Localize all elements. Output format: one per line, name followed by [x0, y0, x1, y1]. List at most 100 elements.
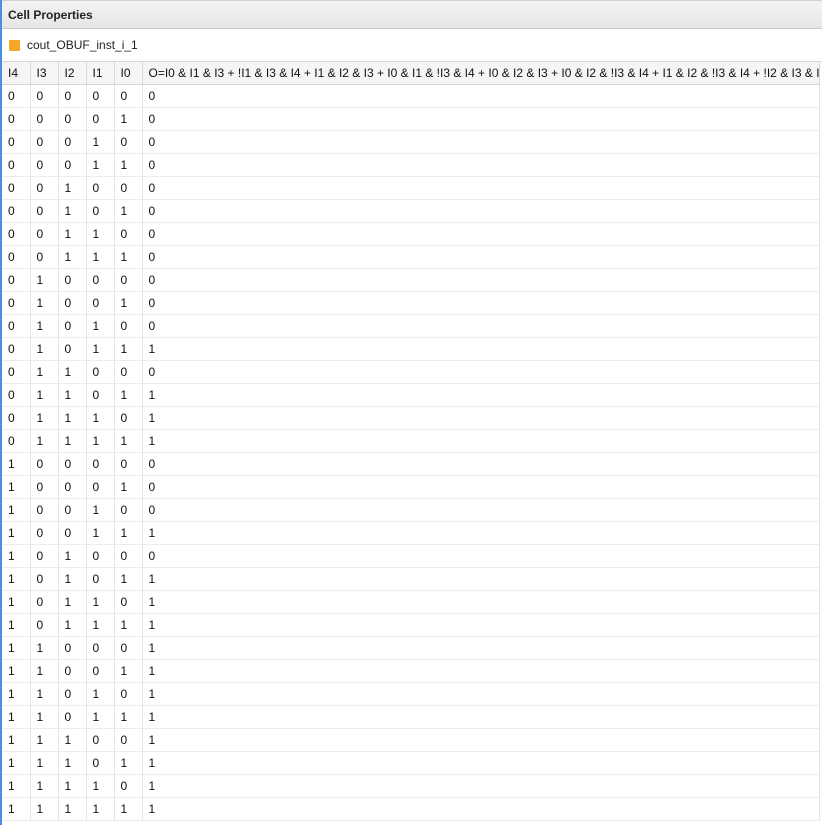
cell-i1: 1 — [86, 337, 115, 361]
cell-output: 0 — [142, 314, 820, 338]
cell-i0: 0 — [114, 406, 143, 430]
cell-i0: 1 — [114, 245, 143, 269]
cell-i2: 0 — [58, 130, 87, 154]
cell-i3: 0 — [30, 567, 59, 591]
cell-i3: 1 — [30, 797, 59, 821]
cell-i4: 0 — [2, 360, 31, 384]
cell-i1: 1 — [86, 590, 115, 614]
cell-i0: 0 — [114, 728, 143, 752]
cell-i0: 0 — [114, 590, 143, 614]
cell-i3: 0 — [30, 245, 59, 269]
table-row[interactable]: 100000 — [2, 452, 820, 476]
table-row[interactable]: 000110 — [2, 153, 820, 177]
column-header-i4[interactable]: I4 — [2, 62, 31, 85]
cell-i4: 0 — [2, 337, 31, 361]
column-header-i1[interactable]: I1 — [86, 62, 115, 85]
table-row[interactable]: 000100 — [2, 130, 820, 154]
cell-i2: 0 — [58, 153, 87, 177]
cell-name[interactable]: cout_OBUF_inst_i_1 — [27, 38, 138, 52]
cell-i3: 0 — [30, 222, 59, 246]
column-header-i0[interactable]: I0 — [114, 62, 143, 85]
cell-i2: 1 — [58, 429, 87, 453]
cell-i4: 1 — [2, 728, 31, 752]
cell-i1: 0 — [86, 291, 115, 315]
cell-i1: 1 — [86, 314, 115, 338]
table-row[interactable]: 010000 — [2, 268, 820, 292]
table-row[interactable]: 101000 — [2, 544, 820, 568]
cell-i2: 0 — [58, 84, 87, 108]
cell-output: 0 — [142, 544, 820, 568]
table-row[interactable]: 101111 — [2, 613, 820, 637]
cell-i4: 1 — [2, 705, 31, 729]
cell-i1: 0 — [86, 360, 115, 384]
cell-i3: 0 — [30, 521, 59, 545]
cell-i1: 1 — [86, 613, 115, 637]
table-row[interactable]: 011111 — [2, 429, 820, 453]
cell-output: 0 — [142, 130, 820, 154]
cell-i1: 1 — [86, 797, 115, 821]
truth-table-header-row: I4 I3 I2 I1 I0 O=I0 & I1 & I3 + !I1 & I3… — [2, 62, 820, 85]
cell-i4: 0 — [2, 153, 31, 177]
cell-i3: 1 — [30, 682, 59, 706]
cell-i3: 1 — [30, 659, 59, 683]
cell-i3: 1 — [30, 383, 59, 407]
cell-i1: 0 — [86, 567, 115, 591]
cell-i0: 1 — [114, 291, 143, 315]
column-header-i3[interactable]: I3 — [30, 62, 59, 85]
table-row[interactable]: 100100 — [2, 498, 820, 522]
cell-i2: 0 — [58, 107, 87, 131]
column-header-output[interactable]: O=I0 & I1 & I3 + !I1 & I3 & I4 + I1 & I2… — [142, 62, 820, 85]
cell-i2: 1 — [58, 544, 87, 568]
table-row[interactable]: 110011 — [2, 659, 820, 683]
cell-i3: 1 — [30, 360, 59, 384]
table-row[interactable]: 010111 — [2, 337, 820, 361]
table-row[interactable]: 111011 — [2, 751, 820, 775]
cell-i1: 1 — [86, 705, 115, 729]
table-row[interactable]: 001000 — [2, 176, 820, 200]
table-row[interactable]: 101101 — [2, 590, 820, 614]
cell-i0: 0 — [114, 314, 143, 338]
table-row[interactable]: 000000 — [2, 84, 820, 108]
cell-i1: 0 — [86, 475, 115, 499]
cell-output: 1 — [142, 659, 820, 683]
table-row[interactable]: 110001 — [2, 636, 820, 660]
cell-i3: 0 — [30, 590, 59, 614]
cell-output: 1 — [142, 751, 820, 775]
cell-i4: 0 — [2, 268, 31, 292]
cell-i4: 1 — [2, 751, 31, 775]
panel-titlebar: Cell Properties — [2, 0, 822, 29]
table-row[interactable]: 101011 — [2, 567, 820, 591]
cell-i2: 1 — [58, 222, 87, 246]
cell-i4: 0 — [2, 429, 31, 453]
cell-i3: 1 — [30, 705, 59, 729]
cell-i0: 1 — [114, 659, 143, 683]
cell-i4: 0 — [2, 406, 31, 430]
table-row[interactable]: 111111 — [2, 797, 820, 821]
table-row[interactable]: 011101 — [2, 406, 820, 430]
table-row[interactable]: 100111 — [2, 521, 820, 545]
table-row[interactable]: 010010 — [2, 291, 820, 315]
table-row[interactable]: 001010 — [2, 199, 820, 223]
cell-i4: 1 — [2, 498, 31, 522]
cell-i1: 1 — [86, 245, 115, 269]
table-row[interactable]: 100010 — [2, 475, 820, 499]
cell-i3: 0 — [30, 613, 59, 637]
table-row[interactable]: 111101 — [2, 774, 820, 798]
cell-i0: 0 — [114, 268, 143, 292]
table-row[interactable]: 011011 — [2, 383, 820, 407]
table-row[interactable]: 111001 — [2, 728, 820, 752]
cell-i4: 1 — [2, 613, 31, 637]
cell-output: 1 — [142, 383, 820, 407]
table-row[interactable]: 000010 — [2, 107, 820, 131]
column-header-i2[interactable]: I2 — [58, 62, 87, 85]
cell-i2: 1 — [58, 774, 87, 798]
table-row[interactable]: 110101 — [2, 682, 820, 706]
table-row[interactable]: 110111 — [2, 705, 820, 729]
cell-i4: 1 — [2, 797, 31, 821]
table-row[interactable]: 001110 — [2, 245, 820, 269]
table-row[interactable]: 010100 — [2, 314, 820, 338]
truth-table: I4 I3 I2 I1 I0 O=I0 & I1 & I3 + !I1 & I3… — [2, 62, 820, 821]
table-row[interactable]: 001100 — [2, 222, 820, 246]
cell-i4: 0 — [2, 314, 31, 338]
table-row[interactable]: 011000 — [2, 360, 820, 384]
